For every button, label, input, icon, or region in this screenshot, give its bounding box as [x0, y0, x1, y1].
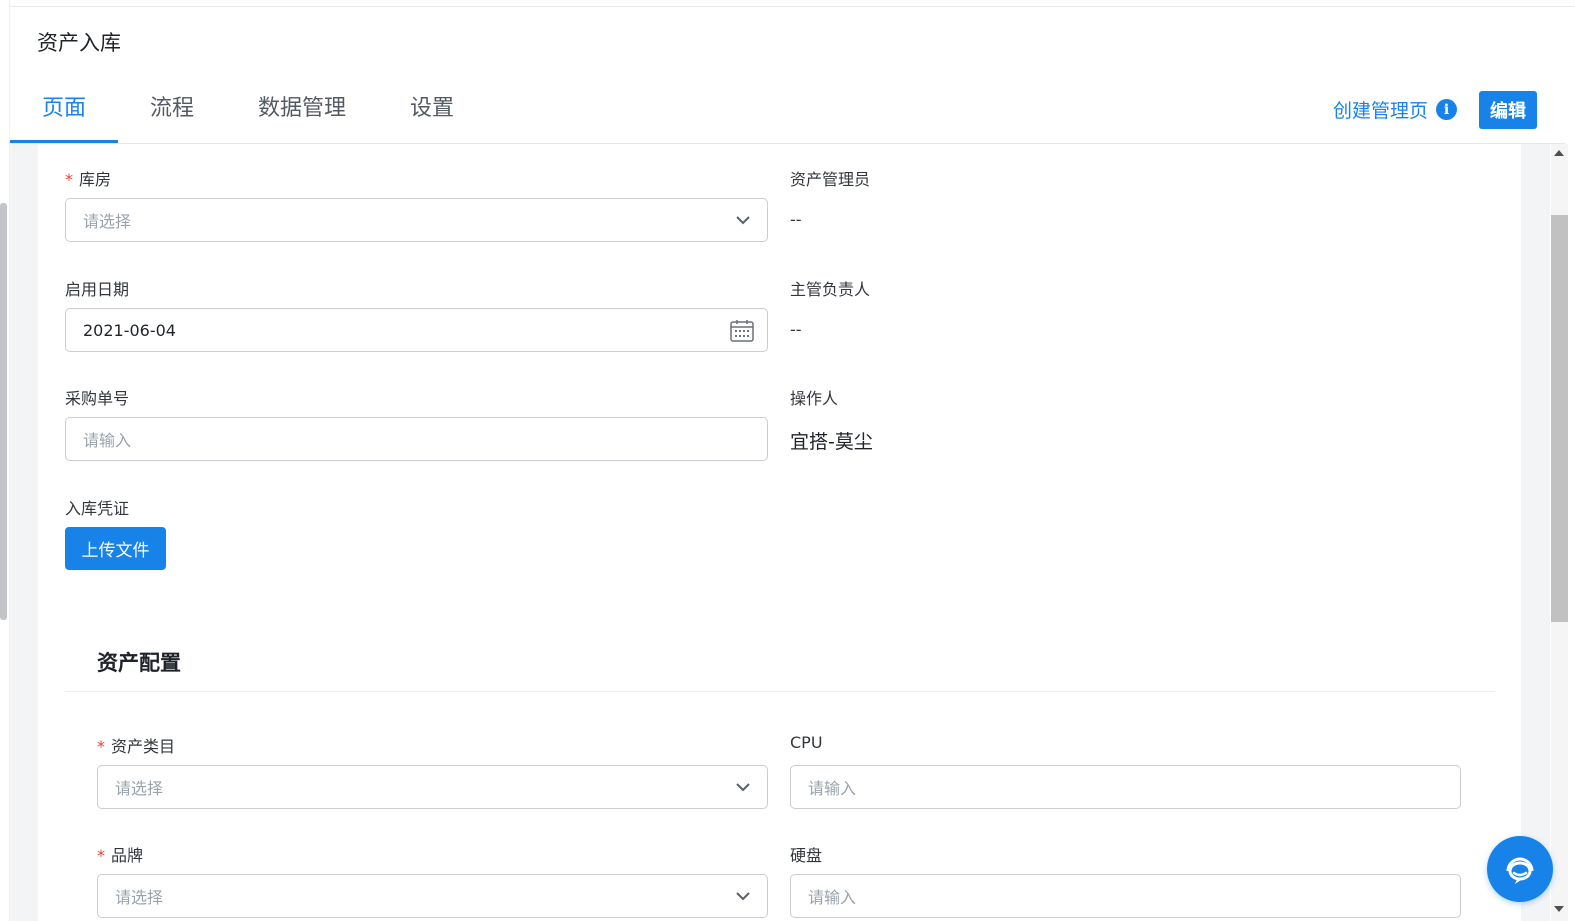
supervisor-label: 主管负责人	[790, 280, 871, 299]
asset-category-select[interactable]: 请选择	[97, 765, 768, 809]
disk-label: 硬盘	[790, 846, 823, 865]
asset-category-placeholder: 请选择	[115, 779, 164, 798]
disk-placeholder: 请输入	[808, 888, 857, 907]
tab-data-management[interactable]: 数据管理	[226, 89, 378, 143]
supervisor-value: --	[790, 320, 802, 339]
chevron-down-icon	[736, 216, 750, 225]
scrollbar-thumb[interactable]	[1551, 215, 1568, 622]
operator-value: 宜搭-莫尘	[790, 431, 873, 453]
headset-chat-icon	[1506, 857, 1534, 884]
brand-placeholder: 请选择	[115, 888, 164, 907]
app-title: 资产入库	[37, 31, 121, 55]
tab-settings[interactable]: 设置	[378, 89, 486, 143]
page-header: 资产入库 页面 流程 数据管理 设置 创建管理页 i 编辑	[10, 7, 1565, 144]
section-divider	[65, 691, 1495, 692]
required-asterisk: *	[97, 737, 105, 756]
brand-label: * 品牌	[97, 846, 144, 865]
scroll-down-arrow-icon[interactable]	[1554, 906, 1564, 912]
section-title-asset-config: 资产配置	[97, 651, 181, 675]
create-manage-page-label: 创建管理页	[1333, 100, 1429, 122]
outer-scrollbar-thumb[interactable]	[0, 203, 7, 620]
purchase-no-input[interactable]: 请输入	[65, 417, 768, 461]
chevron-down-icon	[736, 783, 750, 792]
customer-service-button[interactable]	[1487, 836, 1553, 902]
asset-admin-label: 资产管理员	[790, 170, 871, 189]
start-date-label: 启用日期	[65, 280, 130, 299]
create-manage-page-link[interactable]: 创建管理页 i	[1333, 96, 1458, 123]
scroll-up-arrow-icon[interactable]	[1554, 150, 1564, 156]
asset-category-label: * 资产类目	[97, 737, 176, 756]
chevron-down-icon	[736, 892, 750, 901]
brand-select[interactable]: 请选择	[97, 874, 768, 918]
warehouse-placeholder: 请选择	[83, 212, 132, 231]
start-date-picker[interactable]: 2021-06-04	[65, 308, 768, 352]
warehouse-label: * 库房	[65, 170, 112, 189]
required-asterisk: *	[97, 846, 105, 865]
tab-bar: 页面 流程 数据管理 设置	[10, 89, 486, 143]
disk-input[interactable]: 请输入	[790, 874, 1461, 918]
cpu-label: CPU	[790, 733, 823, 752]
cpu-placeholder: 请输入	[808, 779, 857, 798]
tab-process[interactable]: 流程	[118, 89, 226, 143]
required-asterisk: *	[65, 170, 73, 189]
voucher-label: 入库凭证	[65, 499, 130, 518]
edit-button[interactable]: 编辑	[1479, 91, 1537, 129]
cpu-input[interactable]: 请输入	[790, 765, 1461, 809]
operator-label: 操作人	[790, 389, 839, 408]
info-icon[interactable]: i	[1436, 99, 1458, 120]
upload-file-button[interactable]: 上传文件	[65, 527, 166, 570]
warehouse-select[interactable]: 请选择	[65, 198, 768, 242]
start-date-value: 2021-06-04	[83, 320, 176, 340]
purchase-no-label: 采购单号	[65, 389, 130, 408]
purchase-no-placeholder: 请输入	[83, 431, 132, 450]
asset-admin-value: --	[790, 210, 802, 229]
calendar-icon[interactable]	[729, 318, 755, 344]
tab-page[interactable]: 页面	[10, 89, 119, 143]
